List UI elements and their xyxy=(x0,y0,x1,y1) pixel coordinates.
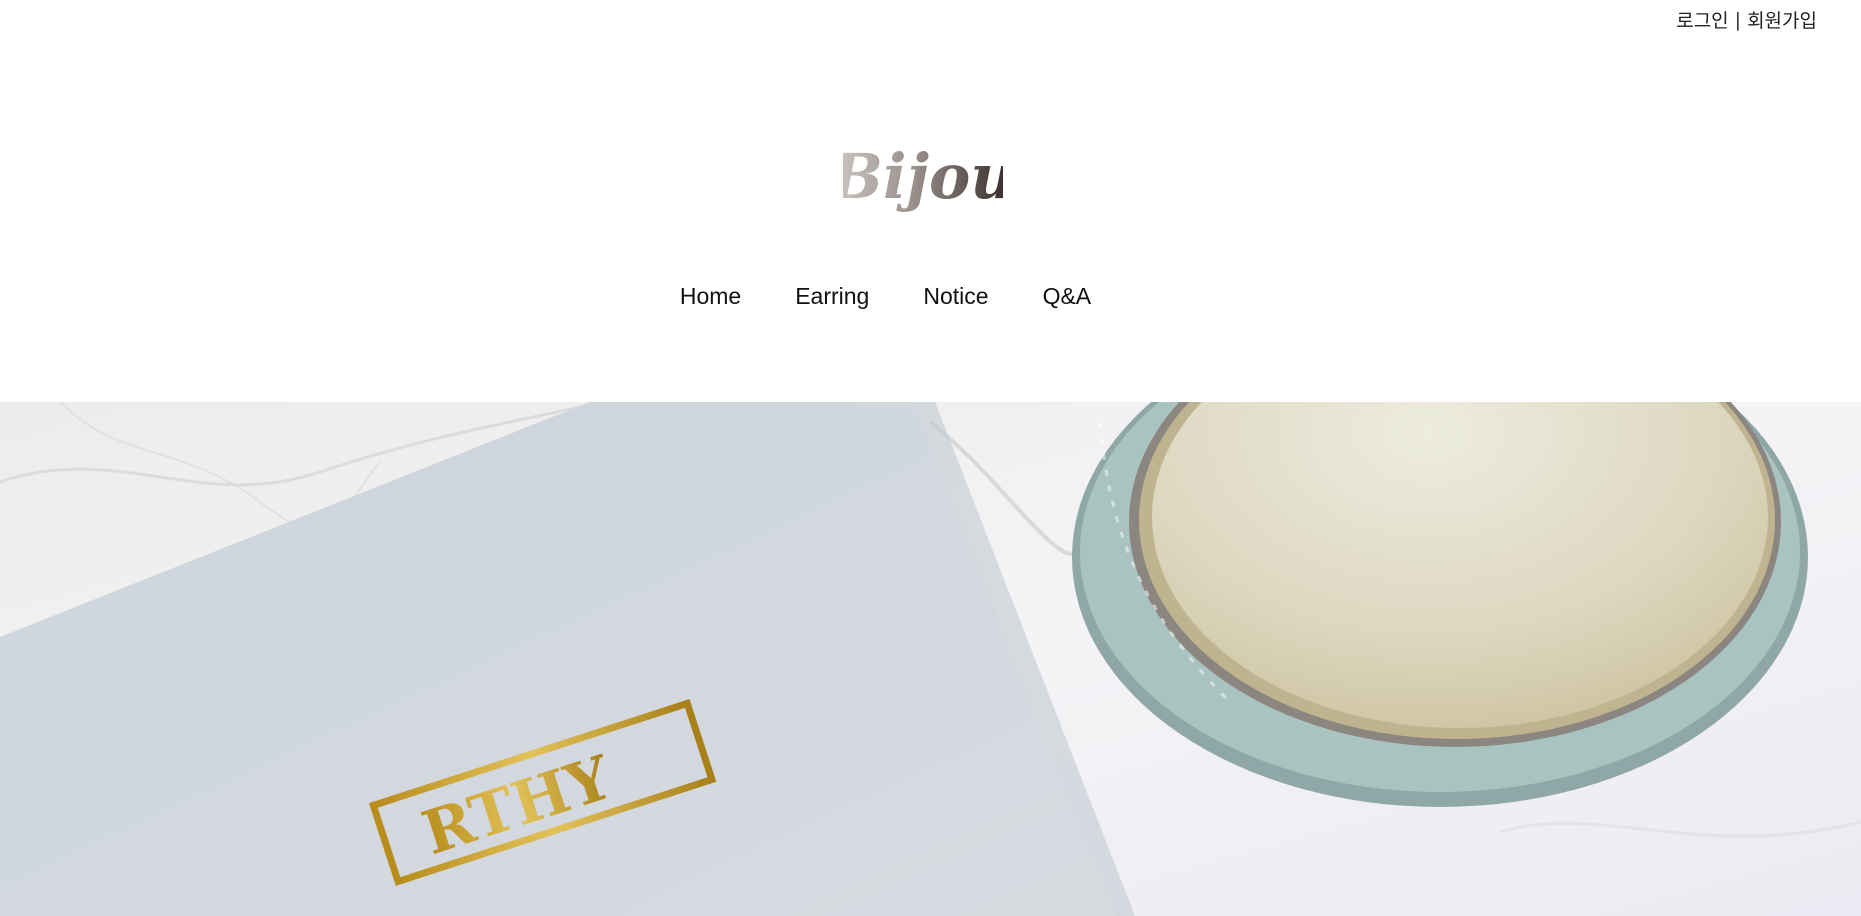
logo-wordmark: Bijou xyxy=(843,140,1003,213)
nav-item-qna: Q&A xyxy=(1043,283,1092,310)
nav-item-notice: Notice xyxy=(923,283,988,310)
main-nav: Home Earring Notice Q&A xyxy=(0,283,1861,310)
login-link[interactable]: 로그인 xyxy=(1676,6,1728,33)
hero-banner: RTHY xyxy=(0,402,1861,916)
auth-links: 로그인 | 회원가입 xyxy=(1676,6,1817,33)
nav-earring-link[interactable]: Earring xyxy=(795,283,869,309)
nav-notice-link[interactable]: Notice xyxy=(923,283,988,309)
signup-link[interactable]: 회원가입 xyxy=(1747,6,1817,33)
nav-item-earring: Earring xyxy=(795,283,869,310)
hero-image: RTHY xyxy=(0,402,1861,916)
nav-qna-link[interactable]: Q&A xyxy=(1043,283,1092,309)
auth-separator: | xyxy=(1734,8,1742,31)
nav-home-link[interactable]: Home xyxy=(680,283,741,309)
site-logo[interactable]: Bijou xyxy=(829,132,1016,222)
nav-item-home: Home xyxy=(680,283,741,310)
